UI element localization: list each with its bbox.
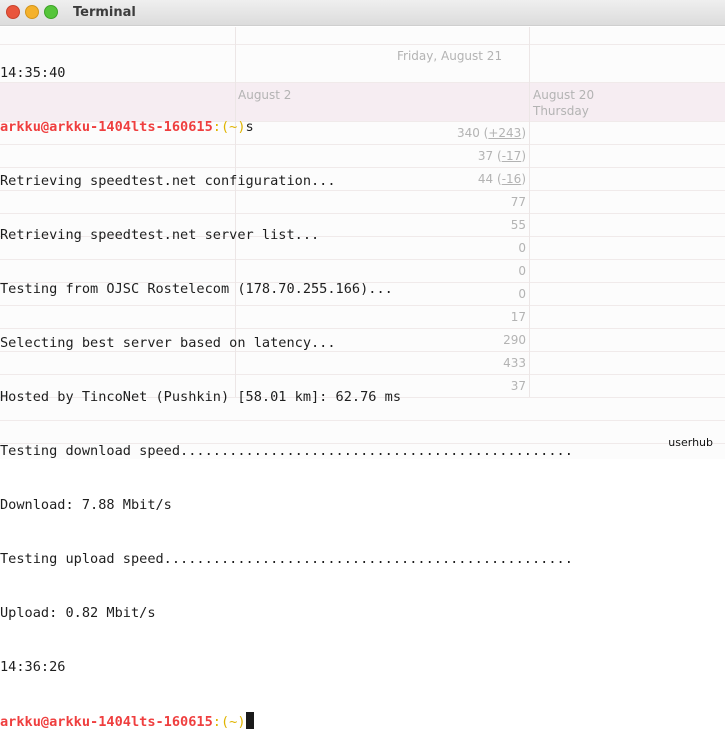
close-window-button[interactable] bbox=[6, 5, 20, 19]
minimize-window-button[interactable] bbox=[25, 5, 39, 19]
terminal-cursor bbox=[245, 712, 254, 729]
window-title: Terminal bbox=[73, 5, 136, 20]
terminal-line: Download: 7.88 Mbit/s bbox=[0, 497, 172, 513]
terminal-line: Testing from OJSC Rostelecom (178.70.255… bbox=[0, 281, 393, 297]
terminal-line: Selecting best server based on latency..… bbox=[0, 335, 336, 351]
terminal-line: Retrieving speedtest.net configuration..… bbox=[0, 173, 336, 189]
terminal-line: Upload: 0.82 Mbit/s bbox=[0, 605, 156, 621]
terminal-line: Testing download speed..................… bbox=[0, 443, 573, 459]
prompt-user: arkku@arkku-1404lts-160615 bbox=[0, 119, 213, 135]
window-titlebar: Terminal bbox=[0, 0, 725, 26]
terminal-output[interactable]: 14:35:40 arkku@arkku-1404lts-160615:(~)s… bbox=[0, 28, 573, 748]
prompt-directory: (~) bbox=[220, 714, 246, 730]
terminal-line: Testing upload speed....................… bbox=[0, 551, 573, 567]
terminal-prompt-line: arkku@arkku-1404lts-160615:(~) bbox=[0, 712, 573, 730]
prompt-separator: : bbox=[212, 119, 221, 135]
prompt-separator: : bbox=[212, 714, 221, 730]
prompt-user: arkku@arkku-1404lts-160615 bbox=[0, 714, 213, 730]
terminal-line: Hosted by TincoNet (Pushkin) [58.01 km]:… bbox=[0, 389, 402, 405]
maximize-window-button[interactable] bbox=[44, 5, 58, 19]
terminal-line: 14:36:26 bbox=[0, 659, 66, 675]
watermark-logo: userhub bbox=[668, 436, 713, 449]
prompt-directory: (~) bbox=[220, 119, 246, 135]
terminal-line: 14:35:40 bbox=[0, 65, 66, 81]
terminal-prompt-line: arkku@arkku-1404lts-160615:(~)s bbox=[0, 118, 573, 136]
terminal-line: Retrieving speedtest.net server list... bbox=[0, 227, 320, 243]
typed-command: s bbox=[245, 119, 254, 135]
